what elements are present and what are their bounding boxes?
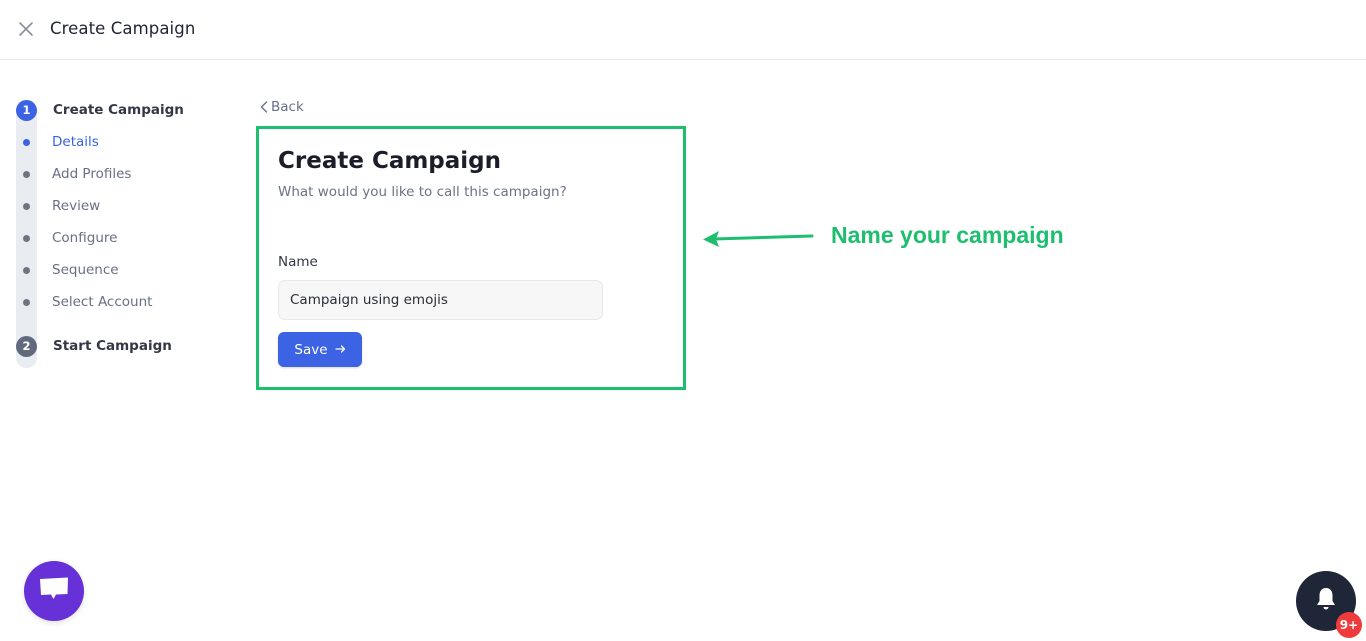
annotation-text: Name your campaign [831, 222, 1064, 248]
sub-step-label: Add Profiles [52, 166, 132, 182]
bell-icon [1314, 586, 1338, 616]
step-dot-icon [23, 298, 30, 306]
annotation-arrow-icon [700, 226, 816, 254]
name-field-label: Name [278, 254, 318, 270]
chat-bubble-icon [39, 576, 69, 606]
save-label: Save [294, 341, 328, 358]
step-dot-icon [23, 234, 30, 242]
step-number-badge: 2 [16, 335, 37, 357]
form-subtitle: What would you like to call this campaig… [278, 184, 567, 200]
sub-step-label: Details [52, 134, 99, 150]
save-button[interactable]: Save [278, 332, 362, 367]
sub-step-label: Select Account [52, 294, 153, 310]
step-dot-icon [23, 138, 30, 146]
chevron-left-icon [259, 101, 269, 113]
step-create-campaign[interactable]: 1 Create Campaign [16, 99, 184, 121]
form-title: Create Campaign [278, 148, 502, 174]
sub-step-label: Review [52, 198, 101, 214]
page-title: Create Campaign [50, 19, 196, 38]
notification-count-badge: 9+ [1336, 612, 1362, 638]
campaign-name-input[interactable] [278, 280, 603, 320]
sub-step-label: Sequence [52, 262, 119, 278]
step-number-badge: 1 [16, 99, 37, 121]
back-link[interactable]: Back [259, 99, 304, 115]
close-button[interactable] [18, 21, 34, 37]
step-label: Create Campaign [53, 102, 184, 118]
step-label: Start Campaign [53, 338, 172, 354]
top-bar: Create Campaign [0, 0, 1366, 60]
step-start-campaign[interactable]: 2 Start Campaign [16, 335, 172, 357]
step-dot-icon [23, 202, 30, 210]
arrow-right-icon [334, 342, 346, 358]
step-dot-icon [23, 266, 30, 274]
step-dot-icon [23, 170, 30, 178]
chat-button[interactable] [24, 561, 84, 621]
close-x-icon [18, 21, 34, 37]
campaign-details-card: Create Campaign What would you like to c… [256, 126, 686, 390]
sub-step-label: Configure [52, 230, 118, 246]
back-label: Back [271, 99, 304, 115]
